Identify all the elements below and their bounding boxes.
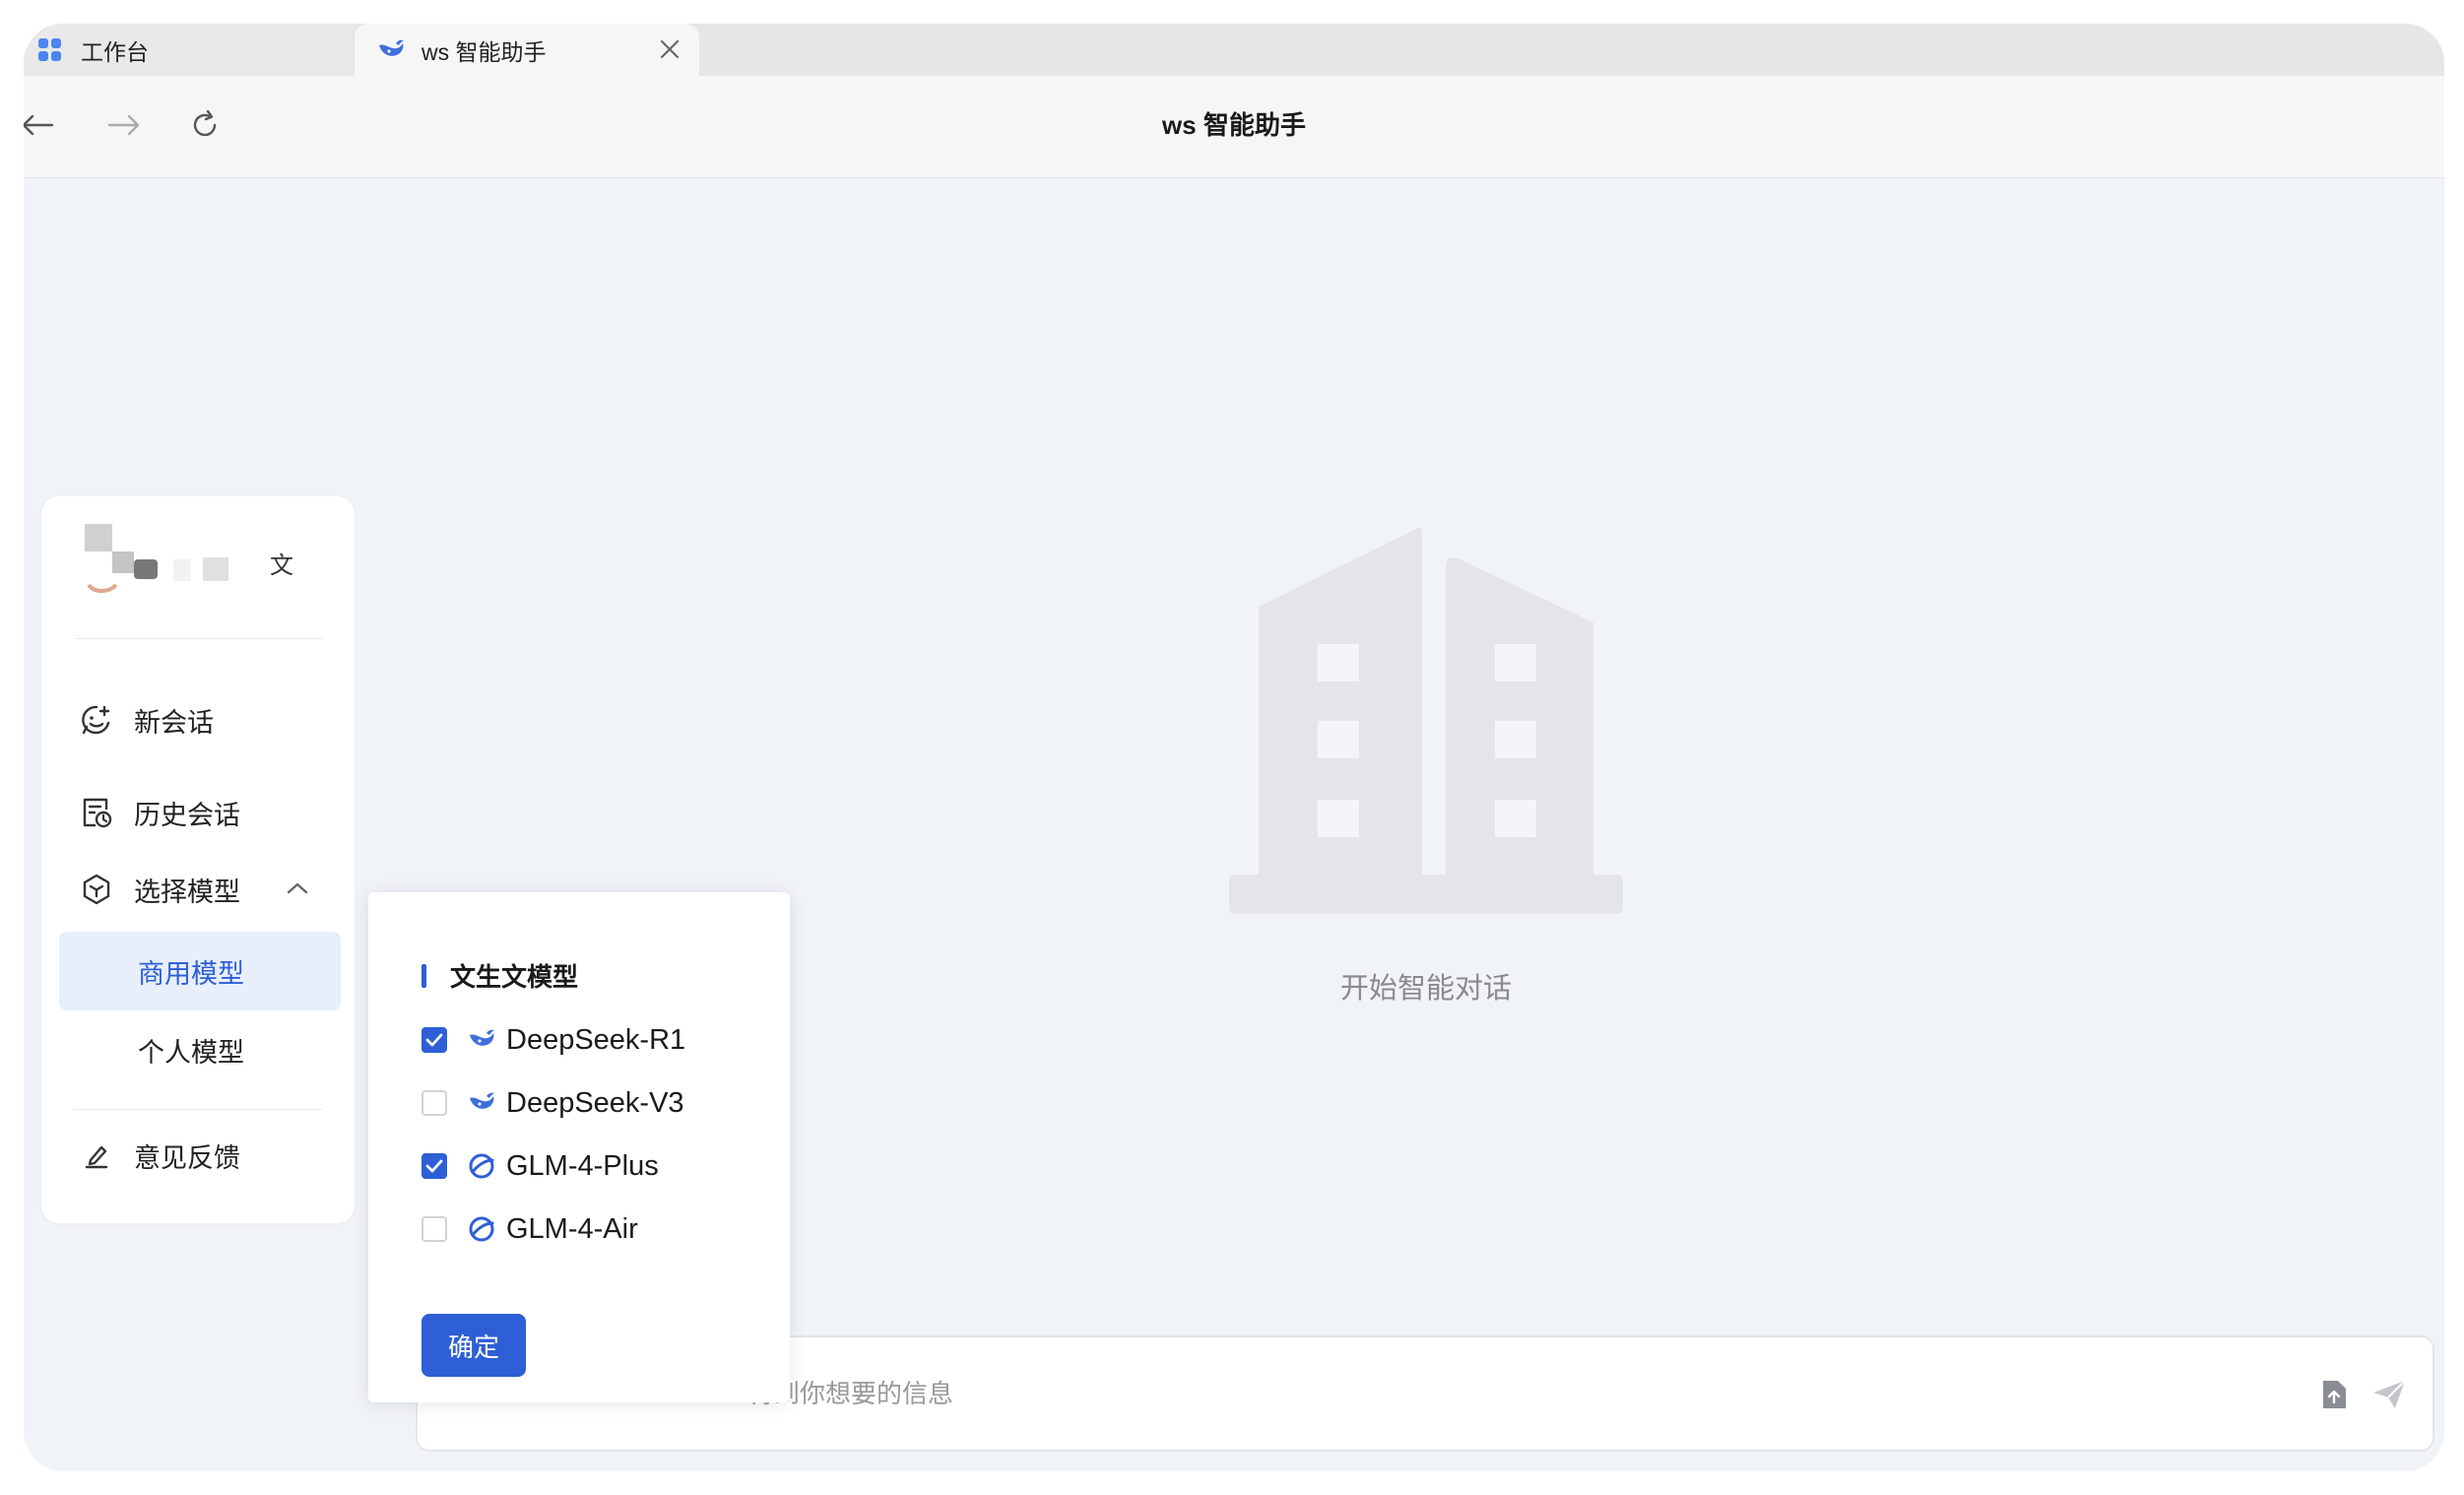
glm-icon (467, 1151, 496, 1181)
model-selection-popup: 文生文模型 DeepSeek-R1 DeepSeek-V3 GLM-4-Plus… (368, 892, 790, 1402)
chat-input[interactable]: 得到你想要的信息 (748, 1367, 2127, 1420)
model-cube-icon (79, 872, 114, 907)
close-icon[interactable] (654, 33, 685, 65)
tab-workbench[interactable]: 工作台 (24, 24, 353, 76)
chevron-up-icon[interactable] (282, 873, 313, 904)
popup-header: 文生文模型 (421, 957, 578, 994)
model-name: GLM-4-Plus (506, 1149, 659, 1182)
model-option-deepseek-v3[interactable]: DeepSeek-V3 (421, 1081, 684, 1125)
sidebar: 文 新会话 历史会话 选择模型 商用模型 个人模型 意见反馈 (41, 496, 355, 1223)
submenu-personal-models[interactable]: 个人模型 (59, 1010, 341, 1089)
user-name: 文 (270, 552, 293, 579)
header-accent-bar (421, 963, 426, 988)
history-button[interactable]: 历史会话 (59, 774, 339, 851)
model-name: DeepSeek-V3 (506, 1086, 684, 1119)
model-name: DeepSeek-R1 (506, 1023, 686, 1056)
send-icon[interactable] (2371, 1377, 2407, 1412)
model-name: GLM-4-Air (506, 1212, 638, 1245)
checkbox-unchecked[interactable] (421, 1090, 447, 1116)
sidebar-item-label: 意见反馈 (134, 1142, 240, 1173)
sidebar-item-label: 历史会话 (134, 800, 240, 830)
tab-ws-assistant[interactable]: ws 智能助手 (355, 24, 699, 76)
new-chat-icon (79, 702, 114, 738)
edit-pen-icon (79, 1138, 114, 1173)
feedback-button[interactable]: 意见反馈 (59, 1117, 339, 1194)
whale-logo-icon (376, 35, 406, 65)
upload-file-icon[interactable] (2316, 1377, 2352, 1412)
deepseek-icon (467, 1025, 496, 1055)
tab-bar: 工作台 ws 智能助手 (24, 24, 2444, 76)
divider (75, 638, 323, 639)
deepseek-icon (467, 1088, 496, 1118)
popup-title: 文生文模型 (450, 962, 579, 992)
glm-icon (467, 1214, 496, 1244)
app-grid-icon (35, 35, 65, 65)
confirm-button[interactable]: 确定 (421, 1314, 526, 1377)
model-option-glm-4-air[interactable]: GLM-4-Air (421, 1207, 638, 1251)
empty-building-illustration (1229, 524, 1623, 928)
checkbox-unchecked[interactable] (421, 1216, 447, 1242)
history-icon (79, 795, 114, 830)
select-model-button[interactable]: 选择模型 (59, 851, 339, 928)
submenu-commercial-models[interactable]: 商用模型 (59, 932, 341, 1010)
checkbox-checked[interactable] (421, 1153, 447, 1179)
empty-state-text: 开始智能对话 (1339, 973, 1512, 1005)
nav-bar: ws 智能助手 (24, 76, 2444, 178)
model-option-glm-4-plus[interactable]: GLM-4-Plus (421, 1144, 659, 1188)
new-chat-button[interactable]: 新会话 (59, 682, 339, 758)
model-option-deepseek-r1[interactable]: DeepSeek-R1 (421, 1018, 685, 1062)
page-title: ws 智能助手 (1162, 110, 1306, 140)
avatar[interactable] (75, 520, 252, 595)
browser-window: 工作台 ws 智能助手 ws 智能助手 文 新会话 历史会话 选择模型 商用模型… (24, 24, 2444, 1471)
checkbox-checked[interactable] (421, 1027, 447, 1053)
tab-label: ws 智能助手 (421, 38, 547, 65)
divider (75, 1109, 323, 1110)
sidebar-item-label: 新会话 (134, 707, 214, 738)
tab-label: 工作台 (81, 38, 149, 65)
sidebar-item-label: 选择模型 (134, 877, 240, 907)
